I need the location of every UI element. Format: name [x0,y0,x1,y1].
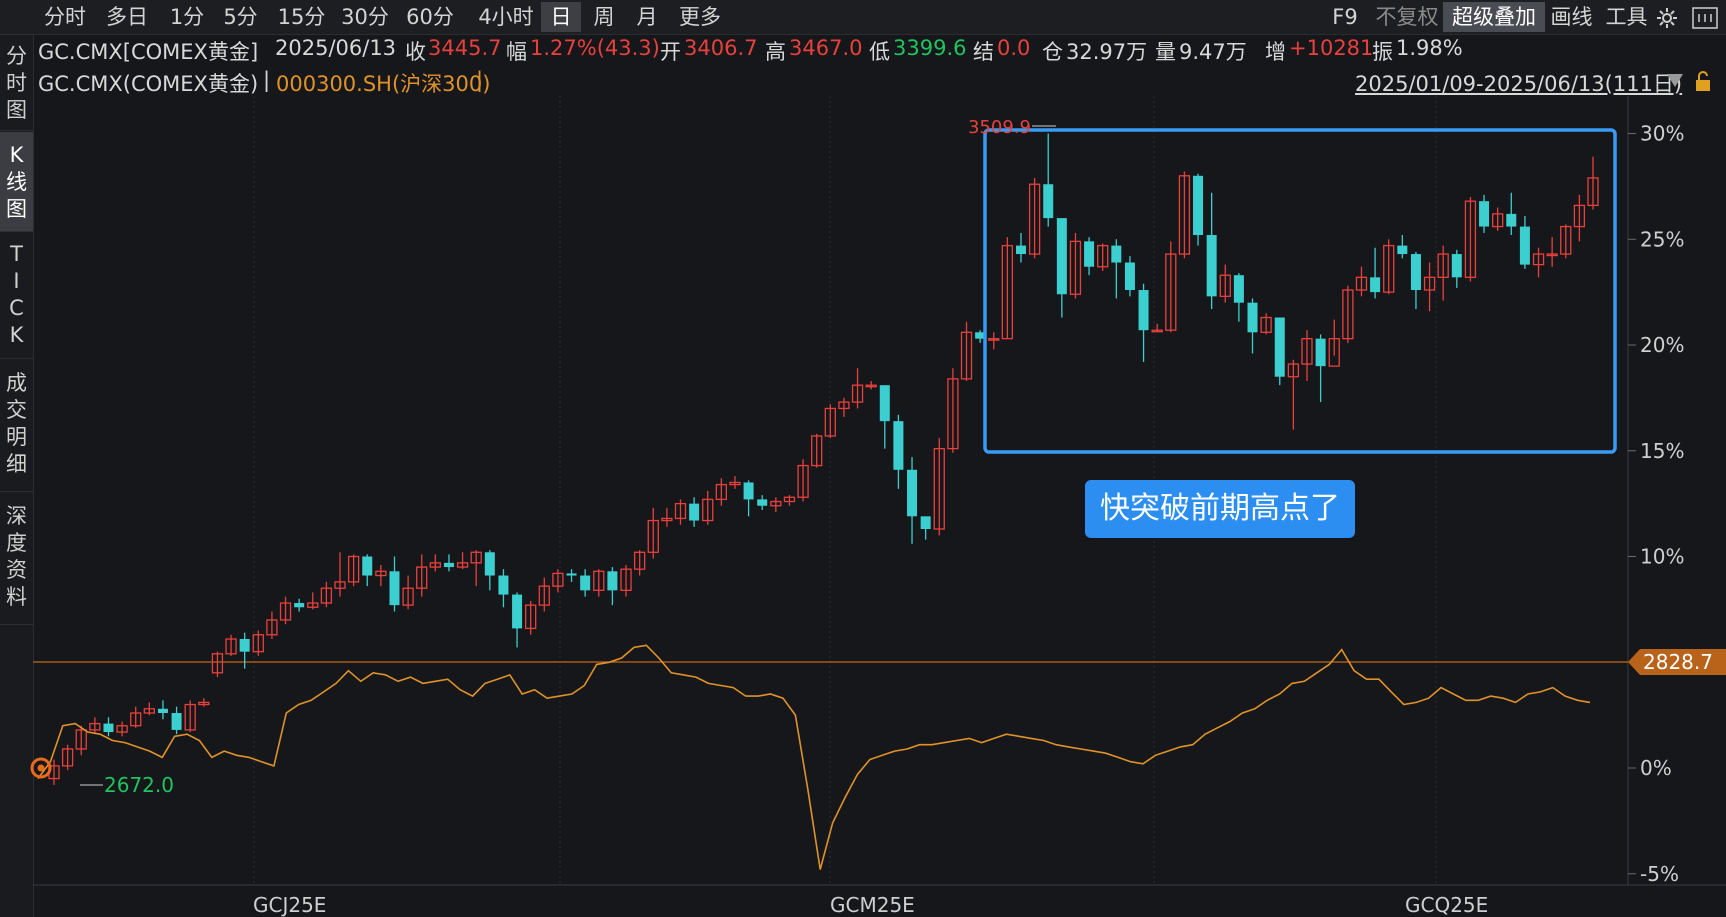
y-tick-label: 20% [1640,333,1684,357]
price-tag-label: 2828.7 [1643,650,1713,674]
candle-body [1315,338,1326,367]
annotation-callout: 快突破前期高点了 [1085,480,1355,538]
x-axis-label: GCQ25E [1405,893,1488,917]
candle-body [757,499,768,506]
candle-body [1138,290,1149,331]
candle-body [893,421,904,470]
candle-body [879,385,890,422]
start-marker-dot [37,764,45,772]
candle-body [1274,317,1285,377]
y-tick-label: 15% [1640,439,1684,463]
candle-body [362,556,373,576]
candle-body [239,638,250,652]
kline-chart[interactable]: 30% 25% 20% 15% 10% 0% -5% GCJ25E GCM25E GCQ25E 28… [0,0,1726,917]
candle-body [389,571,400,606]
candle-body [157,708,168,714]
candle-body [498,575,509,595]
candle-body [1193,175,1204,236]
candle-body [1124,262,1135,291]
candle-body [484,552,495,576]
x-axis-label: GCM25E [830,893,915,917]
candle-body [1479,201,1490,227]
candle-body [512,594,523,629]
candle-body [1206,235,1217,297]
overlay-line-hs300 [37,644,1591,870]
candle-body [1506,213,1517,227]
candle-body [443,562,454,568]
candle-body [920,516,931,530]
candle-body [1410,254,1421,291]
y-tick-label: 30% [1640,122,1684,146]
candle-body [607,571,618,591]
candle-body [1370,277,1381,293]
candle-body [1084,241,1095,267]
candle-body [1015,245,1026,255]
highlight-box [983,128,1617,454]
candle-body [580,575,591,591]
candle-body [1233,275,1244,303]
candle-body [1056,218,1067,295]
candle-body [907,469,918,517]
y-tick-label: 10% [1640,545,1684,569]
candle-body [566,573,577,576]
low-annotation: 2672.0 [104,773,174,797]
candle-body [103,723,114,733]
y-tick-label: 0% [1640,756,1672,780]
candle-body [689,503,700,521]
y-tick-label: 25% [1640,227,1684,251]
candle-body [743,482,754,500]
candle-body [171,713,182,730]
y-tick-label: -5% [1640,862,1679,886]
candle-body [294,603,305,608]
candle-body [1043,184,1054,219]
candle-body [1247,302,1258,333]
candle-body [1111,245,1122,263]
high-annotation: 3509.9 [968,117,1031,138]
candle-body [1451,254,1462,278]
candle-body [1397,245,1408,255]
candle-body [1519,226,1530,265]
x-axis-label: GCJ25E [253,893,326,917]
